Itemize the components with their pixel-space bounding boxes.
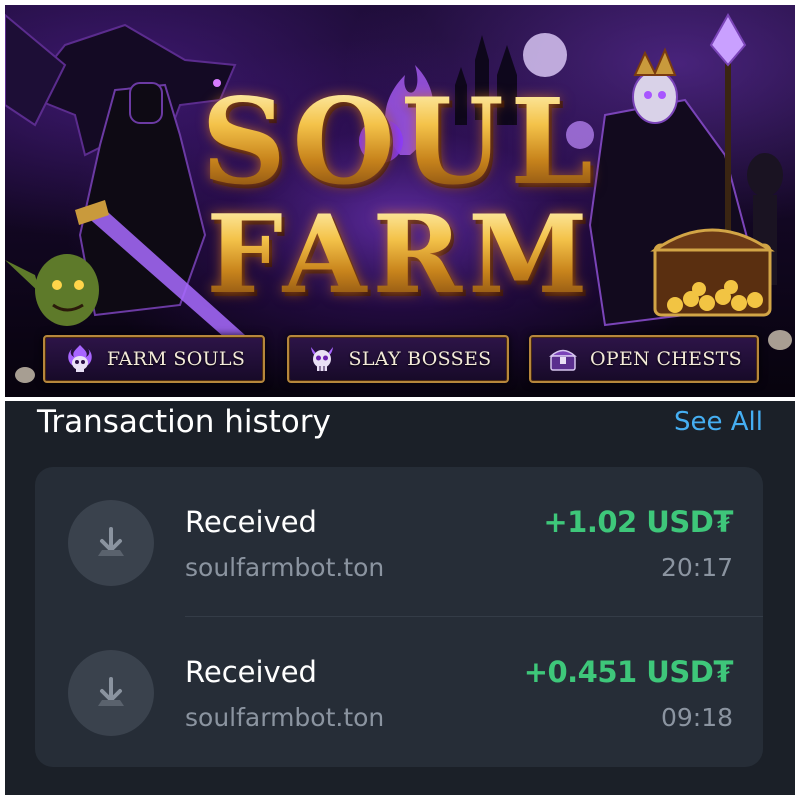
download-arrow-icon <box>68 500 154 586</box>
horned-skull-icon <box>305 342 339 376</box>
download-arrow-icon <box>68 650 154 736</box>
transaction-history-title: Transaction history <box>37 404 331 440</box>
transaction-time: 09:18 <box>660 703 733 732</box>
slay-bosses-label: SLAY BOSSES <box>348 348 492 370</box>
soul-farm-banner: SOUL FARM FARM SOULS SLAY BOSSES OPEN CH… <box>5 5 795 397</box>
slay-bosses-button[interactable]: SLAY BOSSES <box>287 335 509 383</box>
logo-soul-text: SOUL <box>5 83 795 201</box>
transaction-type: Received <box>185 505 317 539</box>
transaction-type: Received <box>185 655 317 689</box>
transaction-amount: +1.02 USD₮ <box>543 505 733 539</box>
transaction-row[interactable]: Received soulfarmbot.ton +0.451 USD₮ 09:… <box>35 617 763 767</box>
open-chests-button[interactable]: OPEN CHESTS <box>529 335 759 383</box>
see-all-link[interactable]: See All <box>674 407 763 437</box>
transaction-sender: soulfarmbot.ton <box>185 553 385 582</box>
wallet-panel: Transaction history See All Received sou… <box>5 401 795 795</box>
transaction-time: 20:17 <box>660 553 733 582</box>
transaction-amount: +0.451 USD₮ <box>523 655 734 689</box>
treasure-chest-icon <box>546 342 580 376</box>
transaction-sender: soulfarmbot.ton <box>185 703 385 732</box>
farm-souls-button[interactable]: FARM SOULS <box>43 335 265 383</box>
logo-farm-text: FARM <box>5 201 795 309</box>
farm-souls-label: FARM SOULS <box>106 348 246 370</box>
open-chests-label: OPEN CHESTS <box>590 348 742 370</box>
flaming-skull-icon <box>63 342 97 376</box>
transaction-row[interactable]: Received soulfarmbot.ton +1.02 USD₮ 20:1… <box>35 467 763 617</box>
transaction-list: Received soulfarmbot.ton +1.02 USD₮ 20:1… <box>35 467 763 767</box>
